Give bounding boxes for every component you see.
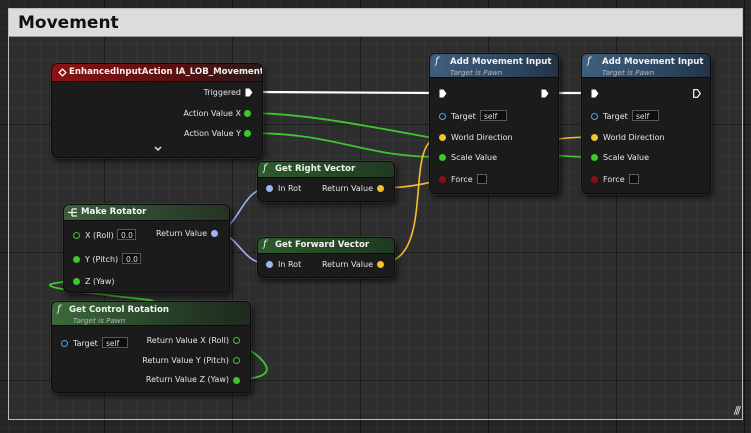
get-control-rotation-node[interactable]: f Get Control Rotation Target is Pawn Ta… — [51, 301, 251, 393]
ami2-exec-out-pin[interactable] — [693, 89, 701, 98]
blueprint-graph-canvas[interactable]: Movement /// EnhancedInputAction IA_LOB_… — [0, 0, 751, 433]
right-in-rot-label: In Rot — [278, 184, 302, 193]
gcr-return-z-pin[interactable] — [233, 377, 240, 384]
event-icon — [57, 67, 68, 78]
forward-return-label: Return Value — [321, 260, 373, 269]
right-return-pin[interactable] — [377, 185, 384, 192]
triggered-label: Triggered — [203, 88, 241, 97]
add-movement-input-1-header[interactable]: f Add Movement Input Target is Pawn — [430, 54, 558, 78]
ami1-target-pin[interactable] — [439, 113, 446, 120]
ami2-force-pin[interactable] — [591, 176, 598, 183]
input-action-header[interactable]: EnhancedInputAction IA_LOB_Movement — [52, 64, 262, 82]
gcr-return-x-pin[interactable] — [233, 337, 240, 344]
add-movement-input-2-header[interactable]: f Add Movement Input Target is Pawn — [582, 54, 710, 78]
ami1-scale-value-pin[interactable] — [439, 154, 446, 161]
rotator-return-pin[interactable] — [211, 230, 218, 237]
comment-header[interactable]: Movement — [9, 9, 742, 37]
ami1-exec-out-pin[interactable] — [541, 89, 549, 98]
input-action-title: EnhancedInputAction IA_LOB_Movement — [69, 67, 263, 77]
yaw-label: Z (Yaw) — [85, 277, 115, 286]
get-control-rotation-subtitle: Target is Pawn — [73, 316, 126, 325]
forward-return-pin[interactable] — [377, 261, 384, 268]
ami2-scale-value-label: Scale Value — [603, 153, 650, 162]
forward-in-rot-label: In Rot — [278, 260, 302, 269]
get-forward-vector-node[interactable]: f Get Forward Vector In Rot Return Value — [257, 237, 395, 278]
ami1-world-direction-pin[interactable] — [439, 134, 446, 141]
action-value-x-label: Action Value X — [183, 109, 241, 118]
get-forward-vector-title: Get Forward Vector — [275, 240, 370, 250]
ami2-scale-value-pin[interactable] — [591, 154, 598, 161]
ami2-force-label: Force — [603, 175, 625, 184]
ami2-title: Add Movement Input — [602, 57, 704, 67]
get-right-vector-node[interactable]: f Get Right Vector In Rot Return Value — [257, 161, 395, 202]
gcr-target-label: Target — [73, 339, 98, 348]
pitch-pin[interactable] — [73, 256, 80, 263]
ami1-scale-value-label: Scale Value — [451, 153, 498, 162]
ami2-world-direction-label: World Direction — [603, 133, 665, 142]
ami1-force-label: Force — [451, 175, 473, 184]
get-control-rotation-title: Get Control Rotation — [69, 305, 170, 315]
function-icon: f — [435, 56, 439, 67]
make-rotator-title: Make Rotator — [81, 207, 147, 217]
ami2-world-direction-pin[interactable] — [591, 134, 598, 141]
gcr-target-input[interactable]: self — [102, 337, 128, 348]
add-movement-input-node-1[interactable]: f Add Movement Input Target is Pawn Targ… — [429, 53, 559, 194]
function-icon: f — [587, 56, 591, 67]
resize-grip-icon[interactable]: /// — [734, 404, 741, 417]
forward-in-rot-pin[interactable] — [266, 261, 273, 268]
ami2-subtitle: Target is Pawn — [602, 68, 655, 77]
action-value-y-label: Action Value Y — [184, 129, 241, 138]
input-action-node[interactable]: EnhancedInputAction IA_LOB_Movement Trig… — [51, 63, 263, 158]
yaw-pin[interactable] — [73, 278, 80, 285]
comment-title: Movement — [18, 13, 119, 33]
ami1-target-input[interactable]: self — [480, 110, 507, 121]
ami2-force-checkbox[interactable] — [629, 174, 639, 184]
triggered-exec-pin[interactable] — [245, 88, 253, 97]
roll-pin[interactable] — [73, 232, 80, 239]
gcr-return-y-pin[interactable] — [233, 357, 240, 364]
get-right-vector-header[interactable]: f Get Right Vector — [258, 162, 394, 178]
ami1-title: Add Movement Input — [450, 57, 552, 67]
ami1-force-pin[interactable] — [439, 176, 446, 183]
gcr-return-x-label: Return Value X (Roll) — [146, 336, 229, 345]
add-movement-input-node-2[interactable]: f Add Movement Input Target is Pawn Targ… — [581, 53, 711, 194]
ami1-target-label: Target — [451, 112, 476, 121]
roll-label: X (Roll) — [85, 231, 114, 240]
pitch-input[interactable]: 0.0 — [122, 253, 141, 264]
ami2-target-input[interactable]: self — [632, 110, 659, 121]
function-icon: f — [263, 239, 267, 250]
make-rotator-header[interactable]: Make Rotator — [64, 205, 229, 221]
get-forward-vector-header[interactable]: f Get Forward Vector — [258, 238, 394, 254]
ami2-target-pin[interactable] — [591, 113, 598, 120]
ami1-subtitle: Target is Pawn — [450, 68, 503, 77]
ami2-target-label: Target — [603, 112, 628, 121]
get-control-rotation-header[interactable]: f Get Control Rotation Target is Pawn — [52, 302, 250, 326]
right-in-rot-pin[interactable] — [266, 185, 273, 192]
ami1-force-checkbox[interactable] — [477, 174, 487, 184]
ami1-exec-in-pin[interactable] — [439, 89, 447, 98]
make-struct-icon — [68, 208, 77, 217]
pitch-label: Y (Pitch) — [85, 255, 119, 264]
function-icon: f — [57, 304, 61, 315]
roll-input[interactable]: 0.0 — [117, 229, 136, 240]
ami1-world-direction-label: World Direction — [451, 133, 513, 142]
right-return-label: Return Value — [321, 184, 373, 193]
action-value-y-pin[interactable] — [244, 130, 251, 137]
make-rotator-node[interactable]: Make Rotator X (Roll) 0.0 Y (Pitch) 0.0 … — [63, 204, 230, 293]
action-value-x-pin[interactable] — [244, 110, 251, 117]
gcr-return-y-label: Return Value Y (Pitch) — [142, 356, 229, 365]
function-icon: f — [263, 163, 267, 174]
chevron-down-icon[interactable] — [154, 146, 162, 152]
get-right-vector-title: Get Right Vector — [275, 164, 356, 174]
ami2-exec-in-pin[interactable] — [591, 89, 599, 98]
gcr-target-pin[interactable] — [61, 340, 68, 347]
gcr-return-z-label: Return Value Z (Yaw) — [145, 375, 229, 384]
rotator-return-label: Return Value — [155, 229, 207, 238]
